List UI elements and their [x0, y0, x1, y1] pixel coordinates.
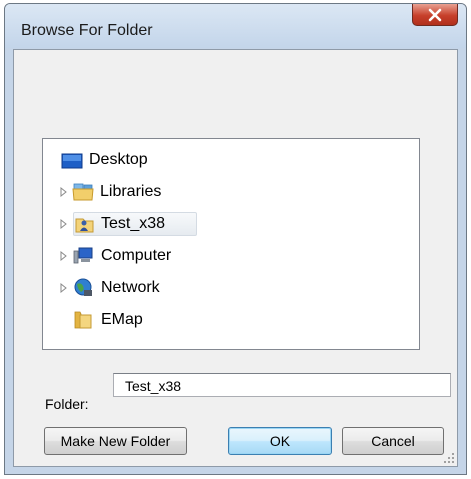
browse-for-folder-dialog: Browse For Folder Desktop Libraries Test… — [4, 3, 467, 475]
folder-icon — [74, 311, 92, 329]
cancel-button[interactable]: Cancel — [342, 427, 444, 455]
user-folder-icon — [75, 218, 94, 233]
folder-name-input[interactable] — [113, 373, 451, 397]
tree-item-network[interactable]: Network — [43, 275, 419, 301]
expand-arrow-icon[interactable] — [59, 251, 68, 261]
tree-item-label: Libraries — [100, 183, 162, 200]
tree-item-label: Computer — [101, 247, 172, 264]
computer-icon — [73, 247, 93, 264]
expand-arrow-icon[interactable] — [59, 187, 68, 197]
network-icon — [74, 278, 92, 296]
desktop-icon — [61, 153, 83, 169]
libraries-icon — [72, 183, 94, 201]
tree-item-label: Network — [101, 279, 160, 296]
dialog-client-area: Desktop Libraries Test_x38 Computer Netw… — [13, 49, 458, 467]
expand-arrow-icon[interactable] — [59, 219, 68, 229]
tree-item-desktop[interactable]: Desktop — [43, 147, 419, 173]
tree-item-libraries[interactable]: Libraries — [43, 179, 419, 205]
close-icon — [428, 8, 442, 21]
tree-item-label: Desktop — [89, 151, 148, 168]
expand-arrow-icon[interactable] — [59, 283, 68, 293]
resize-grip-icon[interactable] — [443, 452, 455, 464]
ok-button[interactable]: OK — [228, 427, 332, 455]
close-button[interactable] — [412, 4, 458, 26]
window-title: Browse For Folder — [21, 22, 153, 39]
tree-item-computer[interactable]: Computer — [43, 243, 419, 269]
tree-item-label: EMap — [101, 311, 143, 328]
make-new-folder-button[interactable]: Make New Folder — [44, 427, 187, 455]
tree-item-label: Test_x38 — [101, 215, 166, 232]
tree-item-test-x38[interactable]: Test_x38 — [43, 211, 419, 237]
title-bar[interactable]: Browse For Folder — [5, 4, 466, 48]
tree-item-emap[interactable]: EMap — [43, 307, 419, 333]
folder-label: Folder: — [45, 396, 89, 412]
folder-tree-view[interactable]: Desktop Libraries Test_x38 Computer Netw… — [42, 138, 420, 350]
